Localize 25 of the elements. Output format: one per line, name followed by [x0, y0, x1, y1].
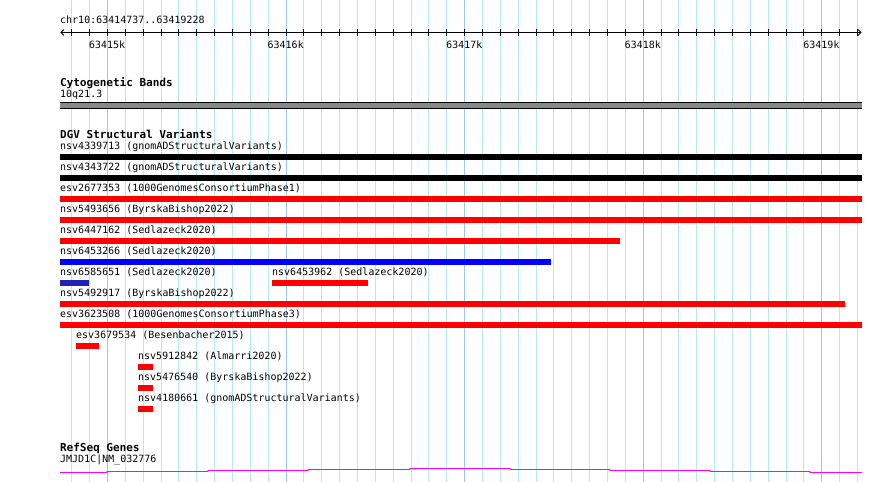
variant-label: nsv6585651 (Sedlazeck2020)	[60, 267, 217, 279]
variant-label: esv3623508 (1000GenomesConsortiumPhase3)	[60, 309, 301, 321]
variant-label: nsv5476540 (ByrskaBishop2022)	[138, 372, 313, 384]
variant-label: nsv6453962 (Sedlazeck2020)	[272, 267, 429, 279]
variant-label: nsv4339713 (gnomADStructuralVariants)	[60, 141, 283, 153]
variant-label: esv2677353 (1000GenomesConsortiumPhase1)	[60, 183, 301, 195]
variant-label: nsv4180661 (gnomADStructuralVariants)	[138, 393, 361, 405]
variant-label: nsv5492917 (ByrskaBishop2022)	[60, 288, 235, 300]
variant-label: esv3679534 (Besenbacher2015)	[76, 330, 245, 342]
ruler-tick-label: 63418k	[624, 40, 661, 52]
track-title: DGV Structural Variants	[60, 129, 212, 141]
ruler-tick-label: 63415k	[88, 40, 126, 52]
gene-label: JMJD1C|NM_032776	[60, 454, 156, 466]
variant-label: nsv6453266 (Sedlazeck2020)	[60, 246, 217, 258]
variant-label: nsv4343722 (gnomADStructuralVariants)	[60, 162, 283, 174]
variant-label: nsv6447162 (Sedlazeck2020)	[60, 225, 217, 237]
track-title: RefSeq Genes	[60, 442, 140, 454]
ruler-tick-label: 63419k	[803, 40, 840, 52]
track-title: Cytogenetic Bands	[60, 77, 173, 89]
ruler-tick-label: 63416k	[267, 40, 304, 52]
band-label: 10q21.3	[60, 89, 102, 101]
variant-label: nsv5912842 (Almarri2020)	[138, 351, 282, 363]
ruler-tick-label: 63417k	[446, 40, 482, 52]
variant-label: nsv5493656 (ByrskaBishop2022)	[60, 204, 235, 216]
region-coordinates: chr10:63414737..63419228	[60, 15, 204, 27]
